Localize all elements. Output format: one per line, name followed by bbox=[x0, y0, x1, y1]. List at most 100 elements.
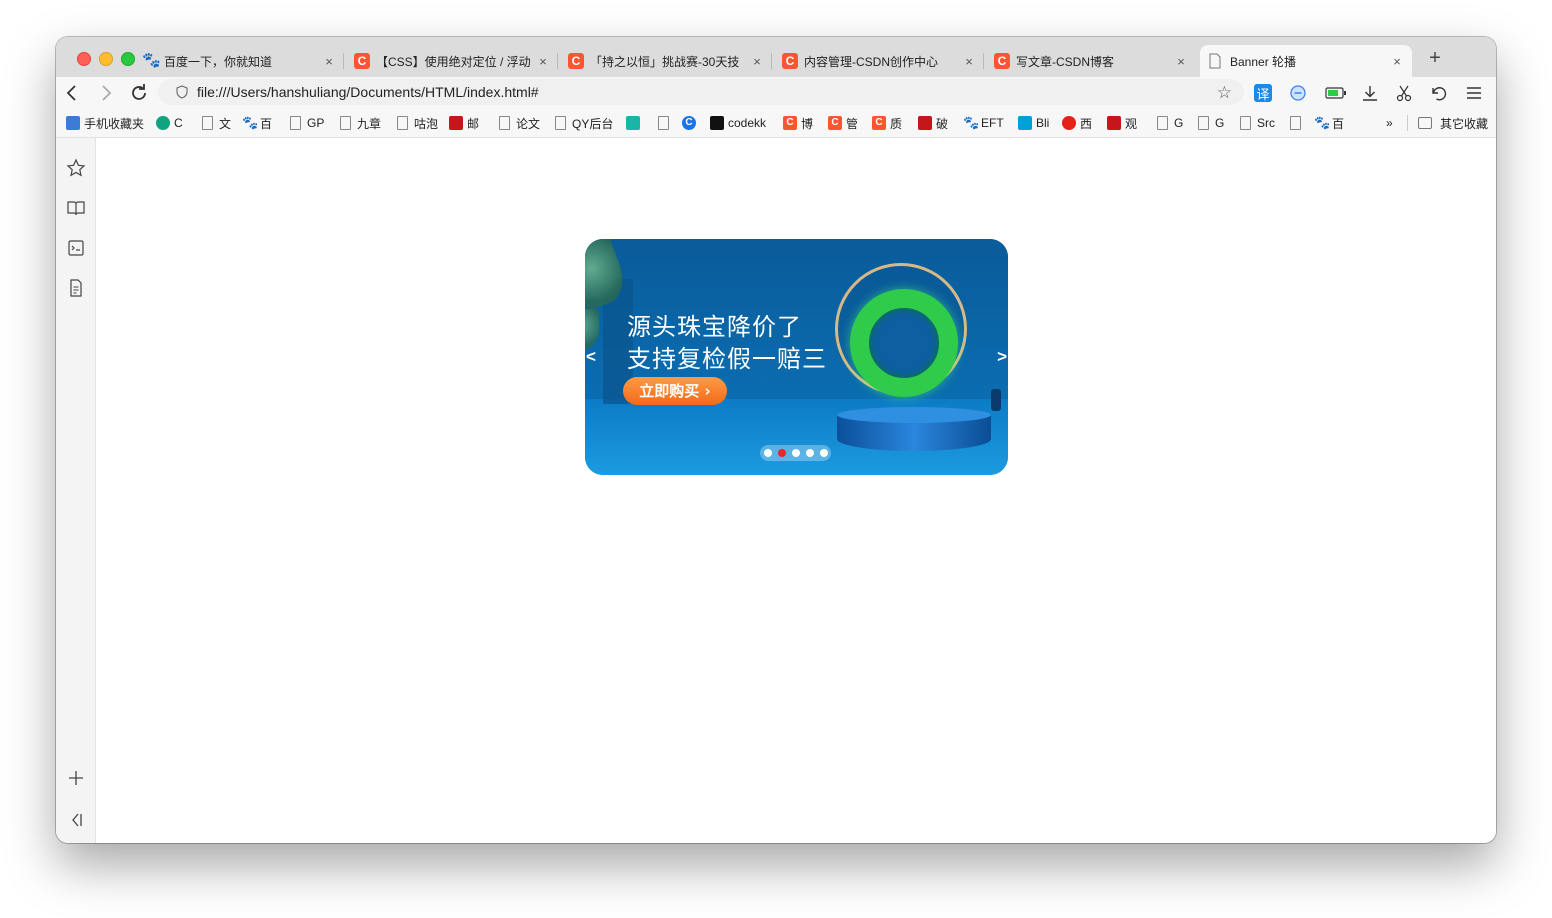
other-bookmarks-folder[interactable]: 其它收藏 bbox=[1418, 115, 1488, 131]
forward-button[interactable] bbox=[94, 81, 118, 105]
csdn-icon: C bbox=[872, 116, 886, 130]
bookmark-item[interactable]: Src bbox=[1238, 115, 1275, 131]
toolbar: file:///Users/hanshuliang/Documents/HTML… bbox=[56, 77, 1496, 109]
close-window-button[interactable] bbox=[77, 52, 91, 66]
scissors-icon[interactable] bbox=[1394, 83, 1414, 103]
maximize-window-button[interactable] bbox=[121, 52, 135, 66]
add-panel-plus-icon[interactable] bbox=[65, 768, 87, 790]
bookmark-item[interactable]: 咕泡 bbox=[395, 115, 438, 131]
bookmark-item[interactable]: GP bbox=[288, 115, 324, 131]
bookmark-item[interactable]: 文 bbox=[200, 115, 231, 131]
tab-banner[interactable]: Banner 轮播 × bbox=[1200, 45, 1412, 77]
bookmark-item[interactable] bbox=[656, 115, 675, 131]
screenshot-icon[interactable] bbox=[65, 238, 87, 260]
bookmark-item[interactable]: Bli bbox=[1018, 115, 1049, 131]
battery-icon[interactable] bbox=[1324, 83, 1348, 103]
carousel-dot[interactable] bbox=[791, 449, 800, 457]
banner-carousel[interactable]: 源头珠宝降价了 支持复检假一赔三 立即购买 › < > bbox=[585, 239, 1008, 475]
grid-icon bbox=[710, 116, 724, 130]
address-bar[interactable]: file:///Users/hanshuliang/Documents/HTML… bbox=[158, 79, 1244, 105]
undo-icon[interactable] bbox=[1428, 83, 1448, 103]
favorites-star-icon[interactable] bbox=[65, 158, 87, 180]
jade-bangle-image bbox=[850, 289, 958, 397]
headline-line-2: 支持复检假一赔三 bbox=[627, 345, 827, 373]
sidebar bbox=[56, 138, 96, 843]
menu-icon[interactable] bbox=[1464, 83, 1484, 103]
bookmark-label: EFT bbox=[981, 116, 1004, 130]
bookmark-item[interactable]: codekk bbox=[710, 115, 766, 131]
bookmark-item[interactable]: QY后台 bbox=[553, 115, 613, 131]
carousel-dot[interactable] bbox=[819, 449, 828, 457]
carousel-dot[interactable] bbox=[763, 449, 772, 457]
bookmark-item[interactable]: 观 bbox=[1107, 115, 1137, 131]
bookmark-label: 咕泡 bbox=[414, 116, 439, 131]
bookmark-item[interactable]: C博 bbox=[783, 115, 813, 131]
close-tab-icon[interactable]: × bbox=[322, 54, 336, 69]
bookmark-item[interactable] bbox=[1288, 115, 1307, 131]
page-icon bbox=[397, 116, 408, 130]
page-icon bbox=[555, 116, 566, 130]
bookmark-item[interactable]: G bbox=[1155, 115, 1183, 131]
red-badge-icon bbox=[1107, 116, 1121, 130]
page-icon bbox=[1240, 116, 1251, 130]
bookmark-label: 观 bbox=[1125, 116, 1138, 131]
bookmark-item[interactable]: C质 bbox=[872, 115, 902, 131]
bookmark-label: 西 bbox=[1080, 116, 1093, 131]
tab-write-article[interactable]: C 写文章-CSDN博客 × bbox=[994, 45, 1196, 77]
page-icon bbox=[202, 116, 213, 130]
bookmark-item[interactable]: 手机收藏夹 bbox=[66, 115, 144, 131]
bookmark-item[interactable] bbox=[626, 115, 644, 131]
collapse-sidebar-icon[interactable] bbox=[65, 810, 87, 832]
close-tab-icon[interactable]: × bbox=[1174, 54, 1188, 69]
bookmark-star-icon[interactable]: ☆ bbox=[1217, 83, 1232, 103]
bookmark-item[interactable]: C管 bbox=[828, 115, 858, 131]
bookmark-item[interactable]: 🐾 EFT bbox=[963, 115, 1004, 131]
carousel-prev-arrow[interactable]: < bbox=[586, 347, 596, 367]
carousel-dot-active[interactable] bbox=[777, 449, 786, 457]
bookmark-item[interactable]: 破 bbox=[918, 115, 948, 131]
bookmark-label: 质 bbox=[890, 116, 903, 131]
csdn-icon: C bbox=[782, 53, 798, 69]
bilibili-icon bbox=[1018, 116, 1032, 130]
baidu-paw-icon: 🐾 bbox=[1314, 115, 1331, 130]
reload-button[interactable] bbox=[127, 81, 151, 105]
bookmark-item[interactable]: 🐾 百 bbox=[1314, 115, 1344, 131]
address-url[interactable]: file:///Users/hanshuliang/Documents/HTML… bbox=[197, 84, 539, 100]
close-tab-icon[interactable]: × bbox=[962, 54, 976, 69]
close-tab-icon[interactable]: × bbox=[750, 54, 764, 69]
back-button[interactable] bbox=[60, 81, 84, 105]
reading-list-book-icon[interactable] bbox=[65, 198, 87, 220]
adblock-extension-icon[interactable] bbox=[1288, 83, 1308, 103]
notes-document-icon[interactable] bbox=[65, 278, 87, 300]
bookmark-item[interactable]: 论文 bbox=[497, 115, 540, 131]
bookmark-item[interactable]: C bbox=[156, 115, 183, 131]
close-tab-icon[interactable]: × bbox=[536, 54, 550, 69]
baidu-paw-icon: 🐾 bbox=[142, 52, 161, 69]
bookmark-label: GP bbox=[307, 116, 325, 130]
bookmark-item[interactable]: 西 bbox=[1062, 115, 1092, 131]
minimize-window-button[interactable] bbox=[99, 52, 113, 66]
bookmark-item[interactable]: 🐾 百 bbox=[242, 115, 272, 131]
carousel-next-arrow[interactable]: > bbox=[997, 347, 1007, 367]
close-tab-icon[interactable]: × bbox=[1390, 54, 1404, 69]
bookmarks-overflow-button[interactable]: » bbox=[1386, 115, 1393, 131]
bookmark-item[interactable]: G bbox=[1196, 115, 1224, 131]
translate-extension-icon[interactable]: 译 bbox=[1254, 84, 1272, 102]
csdn-icon: C bbox=[354, 53, 370, 69]
bookmark-label: 九章 bbox=[357, 116, 382, 131]
tab-baidu[interactable]: 🐾 百度一下，你就知道 × bbox=[142, 45, 344, 77]
new-tab-button[interactable]: + bbox=[1425, 47, 1445, 70]
tab-content-manage[interactable]: C 内容管理-CSDN创作中心 × bbox=[782, 45, 984, 77]
bookmark-item[interactable]: 九章 bbox=[338, 115, 381, 131]
bookmarks-divider bbox=[1407, 115, 1408, 131]
mail-icon bbox=[449, 116, 463, 130]
download-icon[interactable] bbox=[1360, 83, 1380, 103]
bookmark-label: 邮 bbox=[467, 116, 480, 131]
tab-css-article[interactable]: C 【CSS】使用绝对定位 / 浮动 × bbox=[354, 45, 558, 77]
buy-now-button[interactable]: 立即购买 › bbox=[623, 377, 727, 405]
bookmark-item[interactable]: C bbox=[682, 115, 700, 131]
carousel-dot[interactable] bbox=[805, 449, 814, 457]
bookmark-item[interactable]: 邮 bbox=[449, 115, 479, 131]
tab-challenge[interactable]: C 「持之以恒」挑战赛-30天技 × bbox=[568, 45, 772, 77]
other-bookmarks-label: 其它收藏 bbox=[1440, 116, 1489, 131]
